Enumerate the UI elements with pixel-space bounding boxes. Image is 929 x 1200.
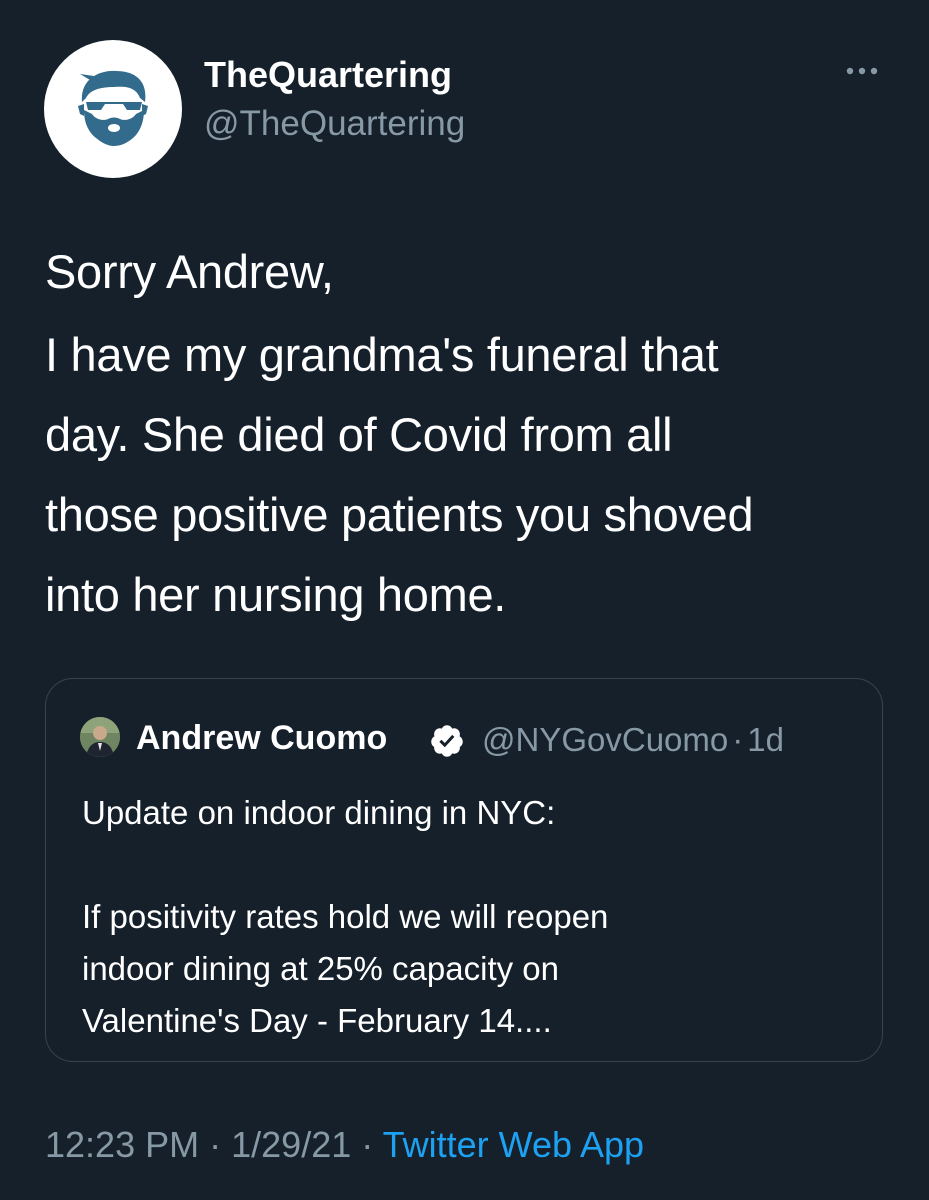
tweet-line: Sorry Andrew, bbox=[45, 245, 334, 298]
quoted-tweet-text: Update on indoor dining in NYC: If posit… bbox=[82, 787, 862, 1047]
tweet-date[interactable]: 1/29/21 bbox=[231, 1124, 351, 1165]
tweet-paragraph-2: I have my grandma's funeral that day. Sh… bbox=[45, 315, 885, 635]
tweet-line: those positive patients you shoved bbox=[45, 488, 754, 541]
quoted-author-avatar[interactable] bbox=[80, 717, 120, 757]
quoted-tweet-age[interactable]: 1d bbox=[747, 721, 784, 758]
tweet-line: into her nursing home. bbox=[45, 568, 507, 621]
tweet: TheQuartering @TheQuartering Sorry Andre… bbox=[0, 0, 929, 1200]
more-horizontal-icon bbox=[846, 67, 878, 75]
tweet-text: Sorry Andrew, I have my grandma's funera… bbox=[45, 232, 885, 635]
author-name[interactable]: TheQuartering bbox=[204, 54, 452, 96]
tweet-line: I have my grandma's funeral that bbox=[45, 328, 719, 381]
tweet-line: day. She died of Covid from all bbox=[45, 408, 673, 461]
quoted-author-handle[interactable]: @NYGovCuomo bbox=[482, 721, 728, 758]
quoted-author-handle-line: @NYGovCuomo · 1d bbox=[482, 721, 784, 759]
author-handle[interactable]: @TheQuartering bbox=[204, 104, 465, 144]
tweet-paragraph-1: Sorry Andrew, bbox=[45, 232, 885, 312]
separator: · bbox=[209, 1124, 222, 1165]
quoted-author-name[interactable]: Andrew Cuomo bbox=[136, 719, 387, 758]
more-options-button[interactable] bbox=[842, 56, 882, 86]
tweet-time[interactable]: 12:23 PM bbox=[45, 1124, 199, 1165]
quoted-tweet[interactable]: Andrew Cuomo @NYGovCuomo · 1d Update on in… bbox=[45, 678, 883, 1062]
author-avatar[interactable] bbox=[44, 40, 182, 178]
bearded-man-logo-icon bbox=[78, 70, 148, 146]
quoted-line: Valentine's Day - February 14.... bbox=[82, 1002, 552, 1039]
separator: · bbox=[361, 1124, 374, 1165]
quoted-line: Update on indoor dining in NYC: bbox=[82, 794, 556, 831]
quoted-line: If positivity rates hold we will reopen bbox=[82, 898, 609, 935]
tweet-source-link[interactable]: Twitter Web App bbox=[383, 1124, 644, 1165]
profile-photo-icon bbox=[80, 717, 120, 757]
quoted-line: indoor dining at 25% capacity on bbox=[82, 950, 559, 987]
separator: · bbox=[732, 721, 744, 758]
tweet-meta: 12:23 PM · 1/29/21 · Twitter Web App bbox=[45, 1124, 644, 1166]
verified-badge-icon bbox=[429, 723, 465, 759]
